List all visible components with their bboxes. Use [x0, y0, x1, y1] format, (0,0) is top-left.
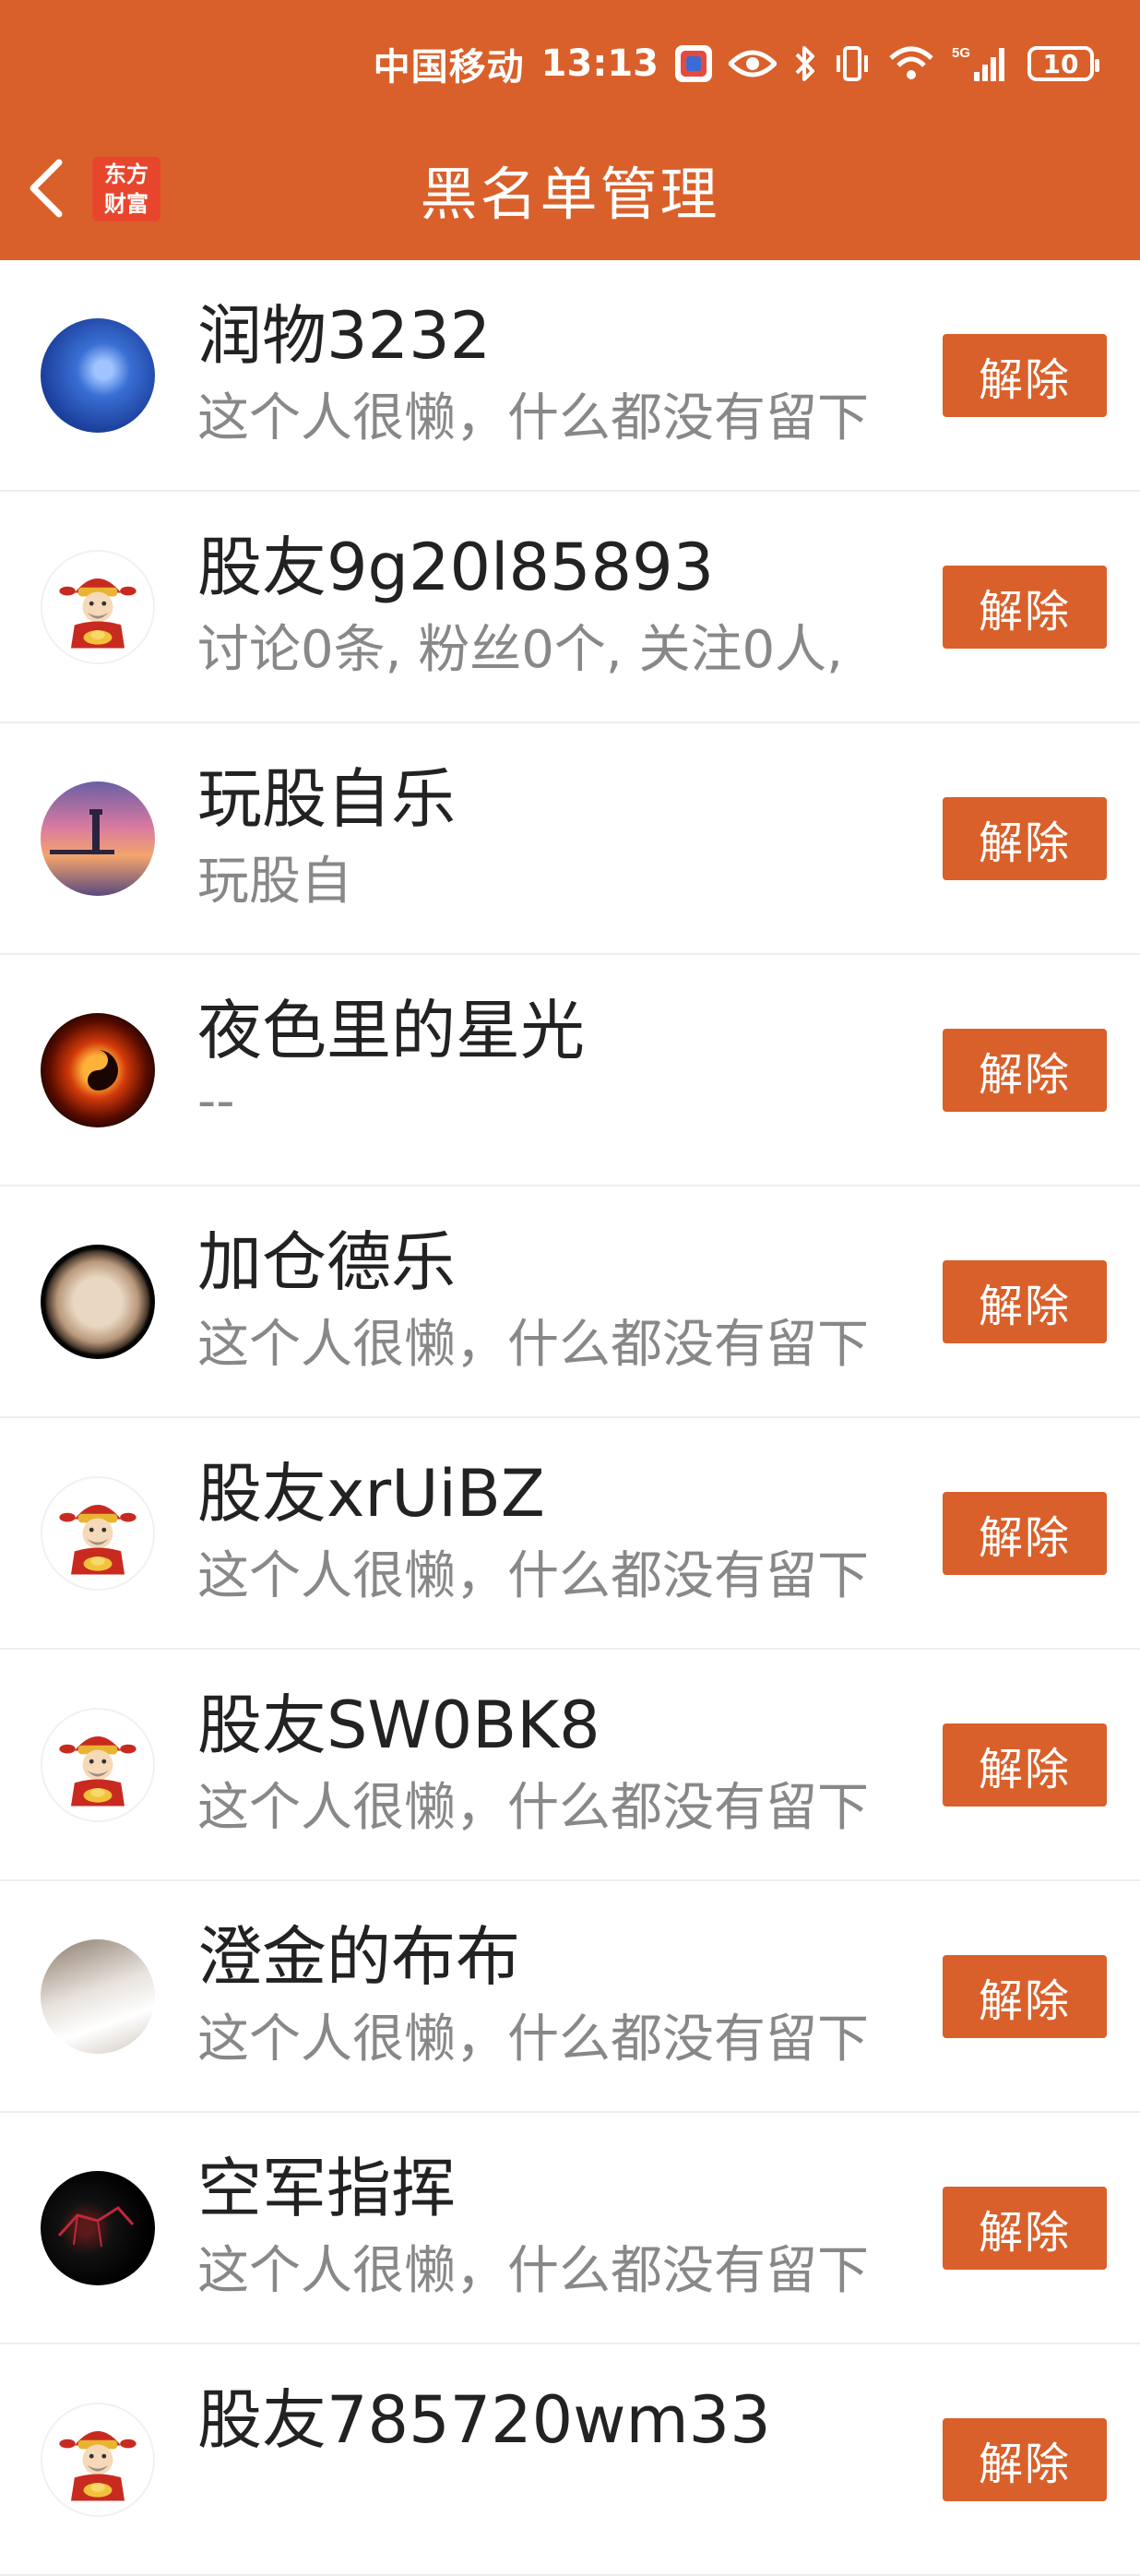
user-name[interactable]: 澄金的布布 — [197, 1905, 520, 1998]
blacklist-row[interactable]: 股友785720wm33 解除 — [0, 2344, 1140, 2576]
eye-icon — [729, 47, 777, 80]
blacklist-row[interactable]: 空军指挥这个人很懒，什么都没有留下 解除 — [0, 2113, 1140, 2344]
blacklist-row[interactable]: 润物3232 这个人很懒，什么都没有留下 解除 — [0, 260, 1140, 492]
unblock-button[interactable]: 解除 — [943, 2186, 1107, 2270]
user-description: 玩股自 — [197, 852, 352, 912]
blacklist-row[interactable]: 股友9g20l85893 讨论0条, 粉丝0个, 关注0人, 解除 — [0, 492, 1140, 723]
unblock-button[interactable]: 解除 — [943, 796, 1107, 880]
user-description: -- — [197, 1071, 235, 1131]
carrier-label: 中国移动 — [373, 46, 525, 89]
unblock-button[interactable]: 解除 — [943, 2417, 1107, 2501]
unblock-button[interactable]: 解除 — [943, 1723, 1107, 1807]
status-bar: 中国移动 13:13 5G 10 — [373, 35, 1099, 92]
user-description: 这个人很懒，什么都没有留下 — [197, 1778, 869, 1838]
app-notification-icon — [675, 45, 712, 82]
unblock-button[interactable]: 解除 — [943, 1028, 1107, 1112]
unblock-button[interactable]: 解除 — [943, 333, 1107, 417]
blacklist-row[interactable]: 加仓德乐这个人很懒，什么都没有留下 解除 — [0, 1187, 1140, 1418]
caishen-avatar[interactable] — [41, 2402, 155, 2517]
nav-bar: 东方 财富 黑名单管理 — [0, 138, 1140, 240]
user-description: 这个人很懒，什么都没有留下 — [197, 1546, 869, 1606]
clock: 13:13 — [540, 42, 659, 85]
caishen-avatar[interactable] — [41, 1475, 155, 1591]
blacklist-row[interactable]: 玩股自乐玩股自 解除 — [0, 723, 1140, 955]
blacklist-list: 润物3232 这个人很懒，什么都没有留下 解除 股友9g20l85893 讨论0条, 粉… — [0, 260, 1140, 2576]
vibrate-icon — [834, 44, 871, 83]
user-description: 这个人很懒，什么都没有留下 — [197, 2010, 869, 2069]
user-name[interactable]: 加仓德乐 — [197, 1210, 456, 1304]
wifi-icon — [887, 45, 935, 82]
caishen-avatar[interactable] — [41, 549, 155, 664]
cat-avatar[interactable] — [41, 1938, 155, 2054]
user-name[interactable]: 夜色里的星光 — [197, 979, 585, 1072]
user-name[interactable]: 润物3232 — [197, 284, 491, 377]
user-description: 讨论0条, 粉丝0个, 关注0人, — [197, 620, 843, 680]
blacklist-row[interactable]: 股友xrUiBZ 这个人很懒，什么都没有留下 解除 — [0, 1418, 1140, 1650]
user-name[interactable]: 股友SW0BK8 — [197, 1674, 600, 1767]
fire-yinyang-avatar[interactable] — [41, 1012, 155, 1127]
unblock-button[interactable]: 解除 — [943, 565, 1107, 649]
blacklist-row[interactable]: 澄金的布布这个人很懒，什么都没有留下 解除 — [0, 1881, 1140, 2113]
user-name[interactable]: 玩股自乐 — [197, 747, 456, 841]
user-description: 这个人很懒，什么都没有留下 — [197, 1315, 869, 1375]
svg-text:5G: 5G — [952, 45, 970, 61]
blacklist-row[interactable]: 股友SW0BK8 这个人很懒，什么都没有留下 解除 — [0, 1650, 1140, 1881]
dark-horse-avatar[interactable] — [41, 2170, 155, 2285]
planet-avatar[interactable] — [41, 1244, 155, 1359]
user-description: 这个人很懒，什么都没有留下 — [197, 2241, 869, 2301]
unblock-button[interactable]: 解除 — [943, 1954, 1107, 2038]
user-name[interactable]: 股友785720wm33 — [197, 2368, 771, 2462]
blacklist-row[interactable]: 夜色里的星光 -- 解除 — [0, 955, 1140, 1187]
unblock-button[interactable]: 解除 — [943, 1259, 1107, 1343]
user-name[interactable]: 空军指挥 — [197, 2137, 456, 2230]
user-name[interactable]: 股友xrUiBZ — [197, 1442, 545, 1535]
unblock-button[interactable]: 解除 — [943, 1491, 1107, 1575]
bluetooth-icon — [793, 44, 817, 83]
signal-5g-icon: 5G — [952, 44, 1011, 83]
user-description: 这个人很懒，什么都没有留下 — [197, 388, 869, 448]
battery-icon: 10 — [1027, 46, 1099, 81]
lighthouse-sunset-avatar[interactable] — [41, 781, 155, 896]
page-title: 黑名单管理 — [420, 161, 720, 228]
sky-avatar[interactable] — [41, 317, 155, 433]
user-name[interactable]: 股友9g20l85893 — [197, 516, 714, 609]
app-header: 中国移动 13:13 5G 10 东方 财富 黑名单管理 — [0, 0, 1140, 260]
caishen-avatar[interactable] — [41, 1707, 155, 1822]
